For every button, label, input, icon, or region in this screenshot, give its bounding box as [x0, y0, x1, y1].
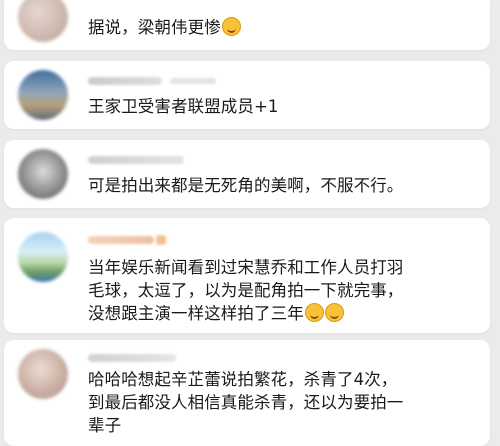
username-blurred[interactable] — [88, 156, 184, 164]
comment-line: 当年娱乐新闻看到过宋慧乔和工作人员打羽 — [88, 258, 404, 277]
comment-card[interactable]: 王家卫受害者联盟成员+1 — [4, 61, 490, 129]
comment-line-with-emoji: 没想跟主演一样这样拍了三年 — [88, 302, 480, 328]
comment-text: 当年娱乐新闻看到过宋慧乔和工作人员打羽 毛球，太逗了，以为是配角拍一下就完事， … — [88, 256, 480, 328]
username-blurred[interactable] — [88, 236, 154, 244]
comment-text: 据说，梁朝伟更惨 — [88, 16, 480, 42]
username-blurred[interactable] — [88, 354, 176, 362]
comment-card[interactable]: 当年娱乐新闻看到过宋慧乔和工作人员打羽 毛球，太逗了，以为是配角拍一下就完事， … — [4, 218, 490, 333]
comment-line: 哈哈哈想起辛芷蕾说拍繁花，杀青了4次， — [88, 370, 398, 389]
comment-card[interactable]: 据说，梁朝伟更惨 — [4, 0, 490, 50]
avatar[interactable] — [18, 149, 68, 199]
comment-line: 辈子 — [88, 416, 122, 435]
avatar[interactable] — [18, 0, 68, 42]
avatar[interactable] — [18, 349, 68, 399]
comment-text: 王家卫受害者联盟成员+1 — [88, 95, 480, 118]
grin-sweat-emoji-icon — [221, 17, 241, 42]
comment-line: 到最后都没人相信真能杀青，还以为要拍一 — [88, 393, 404, 412]
laughing-emoji-icon — [324, 303, 344, 328]
comment-text: 可是拍出来都是无死角的美啊，不服不行。 — [88, 174, 480, 197]
comment-card[interactable]: 可是拍出来都是无死角的美啊，不服不行。 — [4, 140, 490, 208]
username-blurred — [170, 78, 216, 84]
laughing-emoji-icon — [304, 303, 324, 328]
username-blurred — [156, 235, 166, 245]
avatar[interactable] — [18, 232, 68, 282]
comment-line: 没想跟主演一样这样拍了三年 — [88, 304, 304, 323]
comment-line: 毛球，太逗了，以为是配角拍一下就完事， — [88, 281, 404, 300]
comment-body: 王家卫受害者联盟成员+1 — [88, 97, 279, 116]
comment-text: 哈哈哈想起辛芷蕾说拍繁花，杀青了4次， 到最后都没人相信真能杀青，还以为要拍一 … — [88, 368, 480, 437]
comment-body: 据说，梁朝伟更惨 — [88, 18, 221, 37]
username-blurred[interactable] — [88, 77, 162, 85]
comment-body: 可是拍出来都是无死角的美啊，不服不行。 — [88, 176, 404, 195]
avatar[interactable] — [18, 70, 68, 120]
comment-card[interactable]: 哈哈哈想起辛芷蕾说拍繁花，杀青了4次， 到最后都没人相信真能杀青，还以为要拍一 … — [4, 340, 490, 446]
